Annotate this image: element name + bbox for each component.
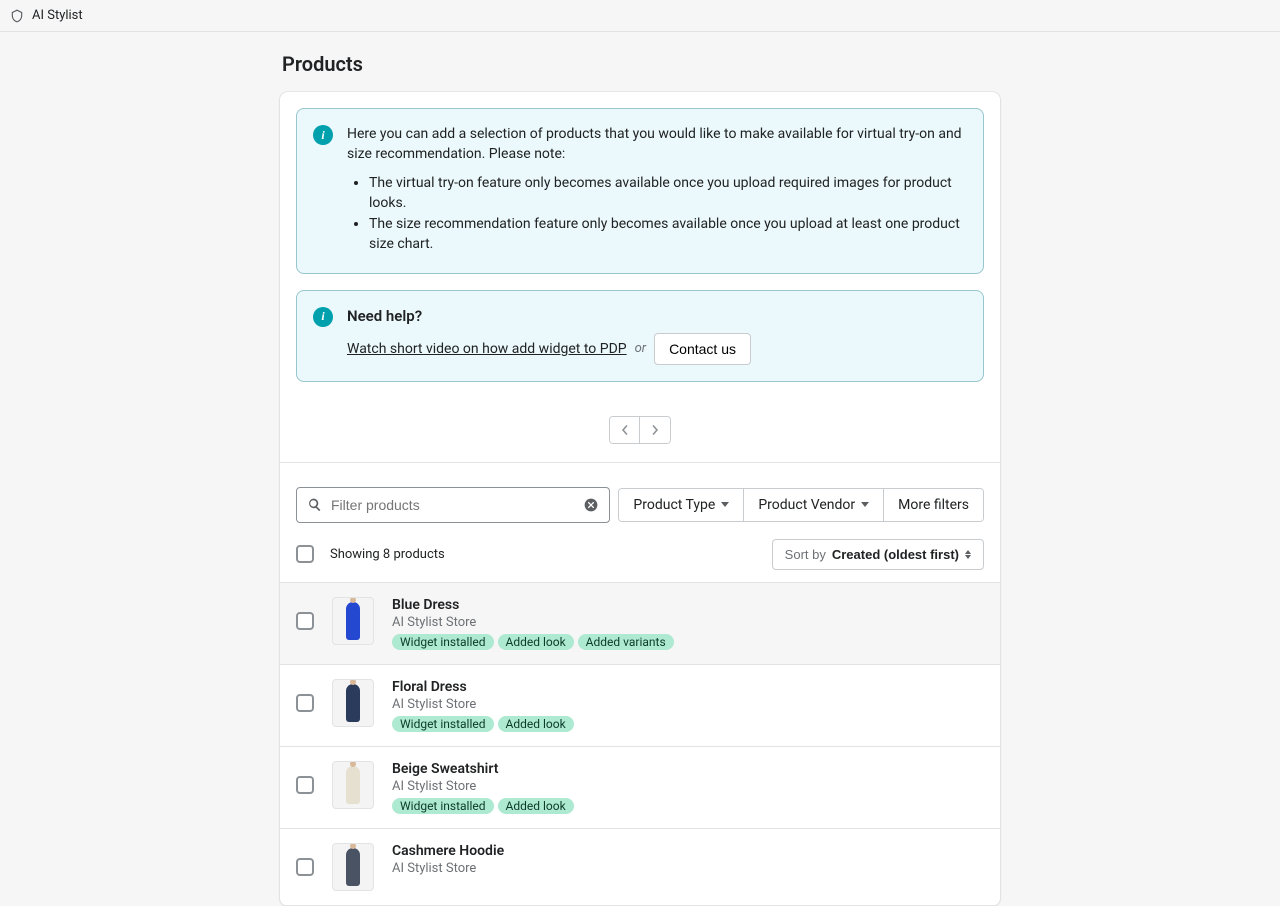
banner-intro: Here you can add a selection of products… [347, 125, 967, 164]
product-badges: Widget installedAdded look [392, 798, 984, 814]
sort-button[interactable]: Sort by Created (oldest first) [772, 539, 984, 570]
product-vendor: AI Stylist Store [392, 697, 984, 712]
chevron-left-icon [620, 425, 630, 435]
row-checkbox[interactable] [296, 694, 314, 712]
product-name: Blue Dress [392, 597, 984, 613]
search-icon [307, 497, 323, 513]
topbar: AI Stylist [0, 0, 1280, 32]
app-title: AI Stylist [32, 8, 83, 23]
product-name: Cashmere Hoodie [392, 843, 984, 859]
search-input-wrap[interactable] [296, 487, 610, 523]
status-badge: Widget installed [392, 798, 494, 814]
sort-prefix: Sort by [785, 547, 826, 562]
filter-group: Product Type Product Vendor More filters [618, 488, 984, 522]
info-banner: i Here you can add a selection of produc… [296, 108, 984, 274]
product-row[interactable]: Floral Dress AI Stylist Store Widget insta… [280, 665, 1000, 747]
product-name: Beige Sweatshirt [392, 761, 984, 777]
caret-down-icon [861, 502, 869, 507]
page-title: Products [280, 52, 1000, 76]
info-icon: i [313, 125, 333, 145]
showing-count: Showing 8 products [330, 547, 445, 562]
product-name: Floral Dress [392, 679, 984, 695]
main-card: i Here you can add a selection of produc… [280, 92, 1000, 906]
filters-row: Product Type Product Vendor More filters [280, 463, 1000, 535]
more-filters-button[interactable]: More filters [883, 489, 983, 521]
product-vendor-filter[interactable]: Product Vendor [743, 489, 883, 521]
product-type-label: Product Type [633, 497, 715, 513]
status-badge: Widget installed [392, 716, 494, 732]
product-thumbnail [332, 761, 374, 809]
filter-products-input[interactable] [331, 497, 575, 513]
row-checkbox[interactable] [296, 612, 314, 630]
banner-bullets: The virtual try-on feature only becomes … [369, 174, 967, 254]
product-vendor-label: Product Vendor [758, 497, 855, 513]
product-vendor: AI Stylist Store [392, 861, 984, 876]
status-badge: Added look [498, 798, 574, 814]
help-heading: Need help? [347, 307, 967, 325]
status-badge: Added variants [578, 634, 674, 650]
product-row[interactable]: Cashmere Hoodie AI Stylist Store [280, 829, 1000, 906]
list-subheader: Showing 8 products Sort by Created (olde… [280, 535, 1000, 582]
sort-caret-icon [965, 550, 971, 559]
product-badges: Widget installedAdded look [392, 716, 984, 732]
clear-search-icon[interactable] [583, 497, 599, 513]
select-all-checkbox[interactable] [296, 545, 314, 563]
or-text: or [635, 341, 646, 356]
status-badge: Added look [498, 634, 574, 650]
sort-value: Created (oldest first) [832, 547, 959, 562]
product-vendor: AI Stylist Store [392, 615, 984, 630]
status-badge: Added look [498, 716, 574, 732]
app-icon [10, 9, 24, 23]
product-list: Blue Dress AI Stylist Store Widget install… [280, 582, 1000, 906]
product-row[interactable]: Beige Sweatshirt AI Stylist Store Widget i… [280, 747, 1000, 829]
prev-page-button[interactable] [610, 417, 640, 443]
status-badge: Widget installed [392, 634, 494, 650]
product-badges: Widget installedAdded lookAdded variants [392, 634, 984, 650]
caret-down-icon [721, 502, 729, 507]
contact-us-button[interactable]: Contact us [654, 333, 751, 365]
watch-video-link[interactable]: Watch short video on how add widget to P… [347, 341, 627, 357]
product-thumbnail [332, 597, 374, 645]
more-filters-label: More filters [898, 497, 969, 513]
row-checkbox[interactable] [296, 858, 314, 876]
chevron-right-icon [650, 425, 660, 435]
product-vendor: AI Stylist Store [392, 779, 984, 794]
pagination [280, 398, 1000, 463]
banner-bullet: The virtual try-on feature only becomes … [369, 174, 967, 213]
product-row[interactable]: Blue Dress AI Stylist Store Widget install… [280, 583, 1000, 665]
info-icon: i [313, 307, 333, 327]
next-page-button[interactable] [640, 417, 670, 443]
product-type-filter[interactable]: Product Type [619, 489, 743, 521]
product-thumbnail [332, 679, 374, 727]
row-checkbox[interactable] [296, 776, 314, 794]
banner-bullet: The size recommendation feature only bec… [369, 215, 967, 254]
product-thumbnail [332, 843, 374, 891]
help-banner: i Need help? Watch short video on how ad… [296, 290, 984, 382]
